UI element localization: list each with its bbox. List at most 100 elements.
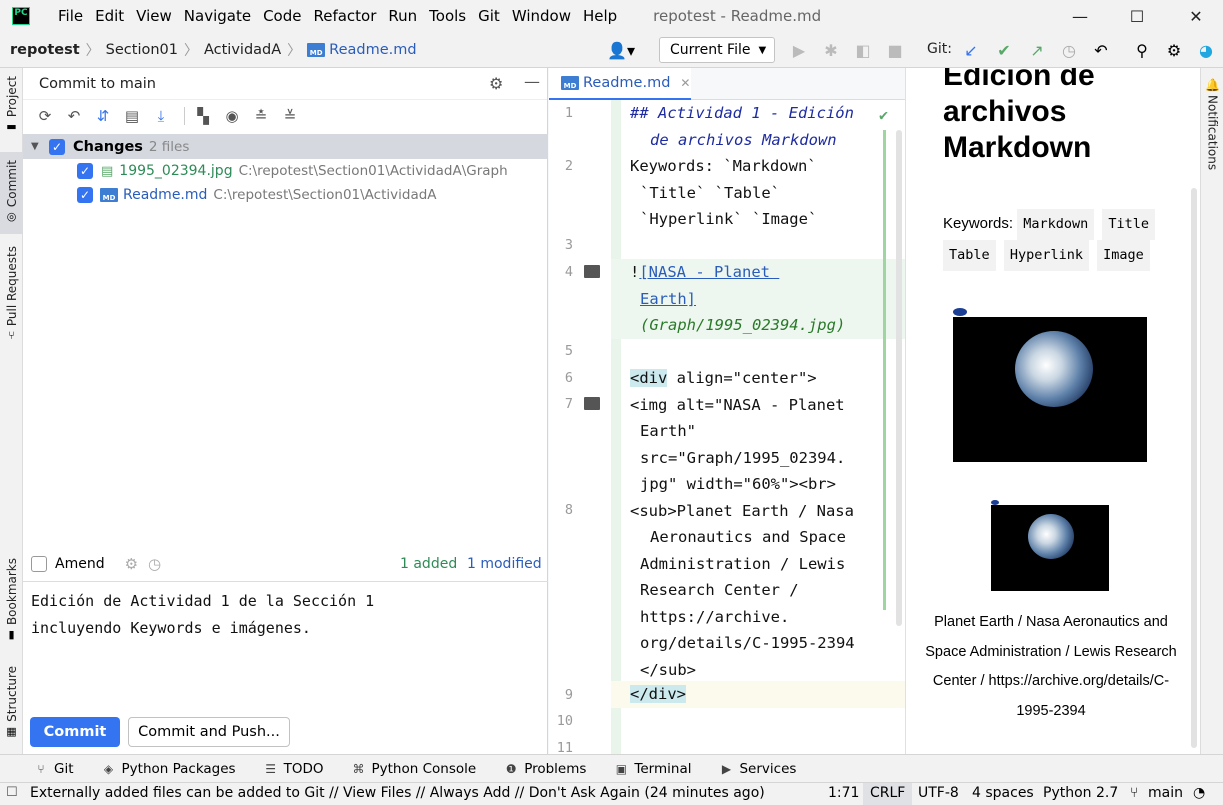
caret-position[interactable]: 1:71 [828,785,859,801]
update-project-icon[interactable]: ⇵ [91,104,115,128]
code-line: `Title` `Table` [640,183,780,202]
editor-scrollbar[interactable] [896,130,902,626]
tool-services[interactable]: ▶ Services [719,761,797,777]
commit-panel: Commit to main ⚙ — ⟳ ↶ ⇵ ▤ ⤓ ▚ ◉ ≛ ≚ ▼ ✓… [23,68,548,754]
earth-photo-large[interactable] [953,308,1147,470]
commit-toolbar: ⟳ ↶ ⇵ ▤ ⤓ ▚ ◉ ≛ ≚ [23,100,547,132]
commit-and-push-button[interactable]: Commit and Push... [128,717,290,747]
menu-view[interactable]: View [130,0,178,32]
coverage-icon[interactable]: ◧ [853,40,873,60]
git-status-icon[interactable]: ◔ [1193,785,1205,801]
hide-panel-icon[interactable]: — [524,72,540,91]
tool-problems[interactable]: ❶ Problems [504,761,587,777]
preview-scrollbar[interactable] [1191,188,1197,748]
tool-git[interactable]: ⑂ Git [34,761,73,777]
git-update-icon[interactable]: ↙ [961,40,981,60]
view-options-eye-icon[interactable]: ◉ [220,104,244,128]
commit-button[interactable]: Commit [30,717,120,747]
editor-gutter: 1 2 3 4 5 6 7 8 9 10 11 [549,100,611,756]
tool-python-console[interactable]: ⌘ Python Console [352,761,477,777]
changed-file-row[interactable]: ✓ ▤ 1995_02394.jpg C:\repotest\Section01… [77,159,508,183]
menu-navigate[interactable]: Navigate [178,0,257,32]
rollback-icon[interactable]: ↶ [1091,40,1111,60]
menu-tools[interactable]: Tools [423,0,472,32]
preview-caption: Planet Earth / Nasa Aeronautics and Spac… [925,614,1177,720]
download-icon[interactable]: ⤓ [149,104,173,128]
file-encoding[interactable]: UTF-8 [918,785,959,801]
menu-git[interactable]: Git [472,0,506,32]
changed-file-row[interactable]: ✓ MD Readme.md C:\repotest\Section01\Act… [77,183,437,207]
line-number: 6 [564,370,573,386]
git-commit-icon[interactable]: ✔ [994,40,1014,60]
tool-tab-structure[interactable]: Structure ▦ [0,666,23,738]
search-icon[interactable]: ⚲ [1132,40,1152,60]
menu-help[interactable]: Help [577,0,623,32]
collapse-all-icon[interactable]: ≚ [278,104,302,128]
code-with-me-icon[interactable]: ◕ [1196,40,1216,60]
line-separator[interactable]: CRLF [863,783,913,805]
tool-tab-bookmarks[interactable]: Bookmarks ▮ [0,558,23,641]
menu-run[interactable]: Run [382,0,423,32]
toggle-tool-windows-icon[interactable]: ☐ [6,785,18,800]
menu-window[interactable]: Window [506,0,577,32]
tool-tab-pull-requests[interactable]: Pull Requests ⑂ [0,246,23,342]
editor-tab-readme[interactable]: MD Readme.md ✕ [549,68,691,100]
commit-history-clock-icon[interactable]: ◷ [148,555,161,573]
image-gutter-icon[interactable] [584,265,600,278]
tool-python-console-label: Python Console [371,760,477,777]
run-icon[interactable]: ▶ [789,40,809,60]
indent-setting[interactable]: 4 spaces [972,785,1034,801]
tool-tab-notifications[interactable]: 🔔 Notifications [1201,78,1223,170]
rollback-icon[interactable]: ↶ [62,104,86,128]
panel-settings-gear-icon[interactable]: ⚙ [489,74,503,93]
menu-refactor[interactable]: Refactor [307,0,382,32]
amend-checkbox[interactable] [31,556,47,572]
close-window-button[interactable]: ✕ [1173,0,1219,32]
tool-todo[interactable]: ☰ TODO [264,760,324,777]
tool-terminal-label: Terminal [634,760,692,777]
commit-options-gear-icon[interactable]: ⚙ [125,555,138,573]
settings-gear-icon[interactable]: ⚙ [1164,40,1184,60]
close-tab-icon[interactable]: ✕ [680,76,690,90]
breadcrumb-actividada[interactable]: ActividadA [204,42,281,58]
group-by-icon[interactable]: ▚ [191,104,215,128]
code-editor[interactable]: ## Actividad 1 - Edición de archivos Mar… [611,100,905,754]
shelve-icon[interactable]: ▤ [120,104,144,128]
history-icon[interactable]: ◷ [1059,40,1079,60]
git-push-icon[interactable]: ↗ [1027,40,1047,60]
menu-edit[interactable]: Edit [89,0,130,32]
tool-tab-project[interactable]: Project ▬ [0,76,23,133]
changes-checkbox[interactable]: ✓ [49,138,65,155]
file-checkbox[interactable]: ✓ [77,187,93,203]
breadcrumb-project[interactable]: repotest [10,42,80,58]
expand-all-icon[interactable]: ≛ [249,104,273,128]
run-configuration-select[interactable]: Current File ▼ [659,37,775,63]
python-interpreter[interactable]: Python 2.7 [1043,785,1118,801]
commit-message-input[interactable]: Edición de Actividad 1 de la Sección 1 i… [23,581,548,703]
image-gutter-icon[interactable] [584,397,600,410]
git-branch[interactable]: main [1148,785,1183,801]
debug-icon[interactable]: ✱ [821,40,841,60]
earth-photo-small[interactable] [991,500,1109,594]
tool-terminal[interactable]: ▣ Terminal [614,760,692,777]
modified-count[interactable]: 1 modified [467,556,542,572]
line-number: 8 [564,502,573,518]
minimize-button[interactable]: — [1057,0,1103,32]
changes-group-row[interactable]: ▼ ✓ Changes 2 files [23,134,548,159]
tool-python-packages[interactable]: ◈ Python Packages [102,761,236,777]
menu-file[interactable]: File [52,0,89,32]
status-message[interactable]: Externally added files can be added to G… [30,785,765,801]
tool-tab-commit[interactable]: Commit ◎ [0,152,23,234]
breadcrumb-readme[interactable]: Readme.md [329,42,416,58]
chevron-down-icon[interactable]: ▼ [31,141,49,152]
refresh-icon[interactable]: ⟳ [33,104,57,128]
added-count[interactable]: 1 added [400,556,457,572]
file-checkbox[interactable]: ✓ [77,163,93,179]
user-dropdown-icon[interactable]: 👤▾ [606,40,636,60]
stop-icon[interactable]: ■ [885,40,905,60]
tool-todo-label: TODO [283,760,324,777]
maximize-button[interactable]: ☐ [1114,0,1160,32]
breadcrumb-section01[interactable]: Section01 [106,42,178,58]
menu-code[interactable]: Code [257,0,307,32]
code-line: Earth] [611,285,905,312]
